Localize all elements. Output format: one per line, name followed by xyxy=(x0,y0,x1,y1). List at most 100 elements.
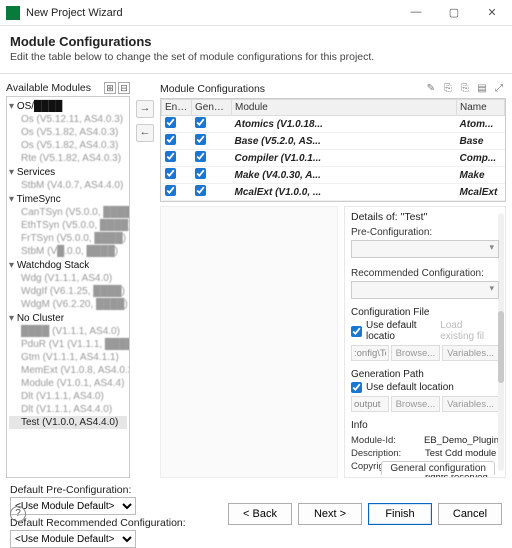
table-row[interactable]: Platforms (V4.0....Platfo... xyxy=(162,201,505,203)
tree-item[interactable]: PduR (V1 (V1.1.1, ████) xyxy=(9,338,127,351)
use-default-locatio-checkbox[interactable] xyxy=(351,326,362,337)
expand-all-icon[interactable]: ⊞ xyxy=(104,82,116,94)
tree-item[interactable]: MemExt (V1.0.8, AS4.0.3) xyxy=(9,364,127,377)
toolbar-icon-1[interactable]: ✎ xyxy=(424,82,438,96)
info-row: Module-Id:EB_Demo_Plugin xyxy=(351,435,499,447)
cell-module: Make (V4.0.30, A... xyxy=(232,167,457,184)
tree-item[interactable]: WdgM (V6.2.20, ████) xyxy=(9,298,127,311)
toolbar-icon-4[interactable]: ▤ xyxy=(475,82,489,96)
available-modules-label: Available Modules xyxy=(6,82,91,94)
wizard-header: Module Configurations Edit the table bel… xyxy=(0,26,512,69)
cell-generate xyxy=(192,201,232,203)
minimize-button[interactable]: — xyxy=(402,6,430,19)
tree-item[interactable]: Wdg (V1.1.1, AS4.0) xyxy=(9,272,127,285)
info-row: Description:Test Cdd module xyxy=(351,448,499,460)
generate-checkbox[interactable] xyxy=(195,151,206,162)
finish-button[interactable]: Finish xyxy=(368,503,432,525)
gen-browse-button: Browse... xyxy=(391,396,441,412)
tree-item[interactable]: Os (V5.1.82, AS4.0.3) xyxy=(9,139,127,152)
cell-name: Comp... xyxy=(457,150,505,167)
cfg-variables-button: Variables... xyxy=(442,345,499,361)
table-header[interactable]: Ena... xyxy=(162,100,192,116)
maximize-button[interactable]: ▢ xyxy=(440,6,468,19)
reccfg-combo[interactable] xyxy=(351,281,499,299)
enable-checkbox[interactable] xyxy=(165,134,176,145)
table-header[interactable]: Module xyxy=(232,100,457,116)
cell-enable xyxy=(162,167,192,184)
module-configurations-label: Module Configurations xyxy=(160,83,265,95)
cancel-button[interactable]: Cancel xyxy=(438,503,502,525)
tree-item[interactable]: Gtm (V1.1.1, AS4.1.1) xyxy=(9,351,127,364)
tree-group[interactable]: Watchdog Stack xyxy=(9,260,127,271)
generate-checkbox[interactable] xyxy=(195,185,206,196)
use-default-location-checkbox[interactable] xyxy=(351,382,362,393)
tree-item[interactable]: ████ (V1.1.1, AS4.0) xyxy=(9,325,127,338)
info-value: EB_Demo_Plugin xyxy=(424,435,499,446)
enable-checkbox[interactable] xyxy=(165,168,176,179)
table-row[interactable]: Atomics (V1.0.18...Atom... xyxy=(162,116,505,133)
collapse-all-icon[interactable]: ⊟ xyxy=(118,82,130,94)
module-config-table[interactable]: Ena...Gener...ModuleName Atomics (V1.0.1… xyxy=(161,99,505,202)
available-modules-tree[interactable]: OS/████Os (V5.12.11, AS4.0.3)Os (V5.1.82… xyxy=(6,96,130,478)
info-label: Info xyxy=(351,420,499,431)
back-button[interactable]: < Back xyxy=(228,503,292,525)
tree-item[interactable]: Module (V1.0.1, AS4.4) xyxy=(9,377,127,390)
precfg-label: Pre-Configuration: xyxy=(351,227,499,238)
details-panel: Details of: "Test" Pre-Configuration: Re… xyxy=(344,206,506,478)
tree-group[interactable]: No Cluster xyxy=(9,313,127,324)
toolbar-icon-3[interactable]: ⎘ xyxy=(458,82,472,96)
table-row[interactable]: Base (V5.2.0, AS...Base xyxy=(162,133,505,150)
page-title: Module Configurations xyxy=(10,34,502,49)
enable-checkbox[interactable] xyxy=(165,185,176,196)
tree-group[interactable]: Services xyxy=(9,167,127,178)
tree-group[interactable]: OS/████ xyxy=(9,101,127,112)
cell-name: Atom... xyxy=(457,116,505,133)
toolbar-icon-5[interactable]: ⤢ xyxy=(492,82,506,96)
enable-checkbox[interactable] xyxy=(165,151,176,162)
cell-generate xyxy=(192,133,232,150)
add-module-button[interactable]: → xyxy=(136,100,154,118)
tree-item[interactable]: WdgIf (V6.1.25, ████) xyxy=(9,285,127,298)
generate-checkbox[interactable] xyxy=(195,168,206,179)
cell-name: McalExt xyxy=(457,184,505,201)
genpath-label: Generation Path xyxy=(351,369,499,380)
enable-checkbox[interactable] xyxy=(165,117,176,128)
general-configuration-tab[interactable]: General configuration xyxy=(381,461,495,475)
help-button[interactable]: ? xyxy=(10,506,26,522)
toolbar-icon-2[interactable]: ⎘ xyxy=(441,82,455,96)
page-subtitle: Edit the table below to change the set o… xyxy=(10,51,502,63)
tree-group[interactable]: TimeSync xyxy=(9,194,127,205)
table-header[interactable]: Name xyxy=(457,100,505,116)
precfg-combo[interactable] xyxy=(351,240,499,258)
window-title: New Project Wizard xyxy=(26,7,402,19)
table-row[interactable]: Make (V4.0.30, A...Make xyxy=(162,167,505,184)
use-default-locatio-label: Use default locatio xyxy=(366,320,436,342)
tree-item[interactable]: Os (V5.1.82, AS4.0.3) xyxy=(9,126,127,139)
cell-generate xyxy=(192,150,232,167)
tree-item[interactable]: Rte (V5.1.82, AS4.0.3) xyxy=(9,152,127,165)
table-row[interactable]: Compiler (V1.0.1...Comp... xyxy=(162,150,505,167)
generate-checkbox[interactable] xyxy=(195,134,206,145)
info-key: Description: xyxy=(351,448,425,459)
tree-item-selected[interactable]: Test (V1.0.0, AS4.4.0) xyxy=(9,416,127,429)
next-button[interactable]: Next > xyxy=(298,503,362,525)
tree-item[interactable]: Os (V5.12.11, AS4.0.3) xyxy=(9,113,127,126)
info-key: Module-Id: xyxy=(351,435,424,446)
default-precfg-label: Default Pre-Configuration: xyxy=(10,484,502,496)
tree-item[interactable]: StbM (V█.0.0, ████) xyxy=(9,245,127,258)
remove-module-button[interactable]: ← xyxy=(136,124,154,142)
table-header[interactable]: Gener... xyxy=(192,100,232,116)
cell-module: Base (V5.2.0, AS... xyxy=(232,133,457,150)
close-button[interactable]: ✕ xyxy=(478,6,506,19)
tree-item[interactable]: StbM (V4.0.7, AS4.4.0) xyxy=(9,179,127,192)
cell-enable xyxy=(162,133,192,150)
tree-item[interactable]: CanTSyn (V5.0.0, ████) xyxy=(9,206,127,219)
gen-out-field xyxy=(351,396,389,412)
tree-item[interactable]: EthTSyn (V5.0.0, ████) xyxy=(9,219,127,232)
tree-item[interactable]: Dlt (V1.1.1, AS4.4.0) xyxy=(9,403,127,416)
generate-checkbox[interactable] xyxy=(195,117,206,128)
cell-generate xyxy=(192,184,232,201)
tree-item[interactable]: Dlt (V1.1.1, AS4.0) xyxy=(9,390,127,403)
table-row[interactable]: McalExt (V1.0.0, ...McalExt xyxy=(162,184,505,201)
tree-item[interactable]: FrTSyn (V5.0.0, ████) xyxy=(9,232,127,245)
